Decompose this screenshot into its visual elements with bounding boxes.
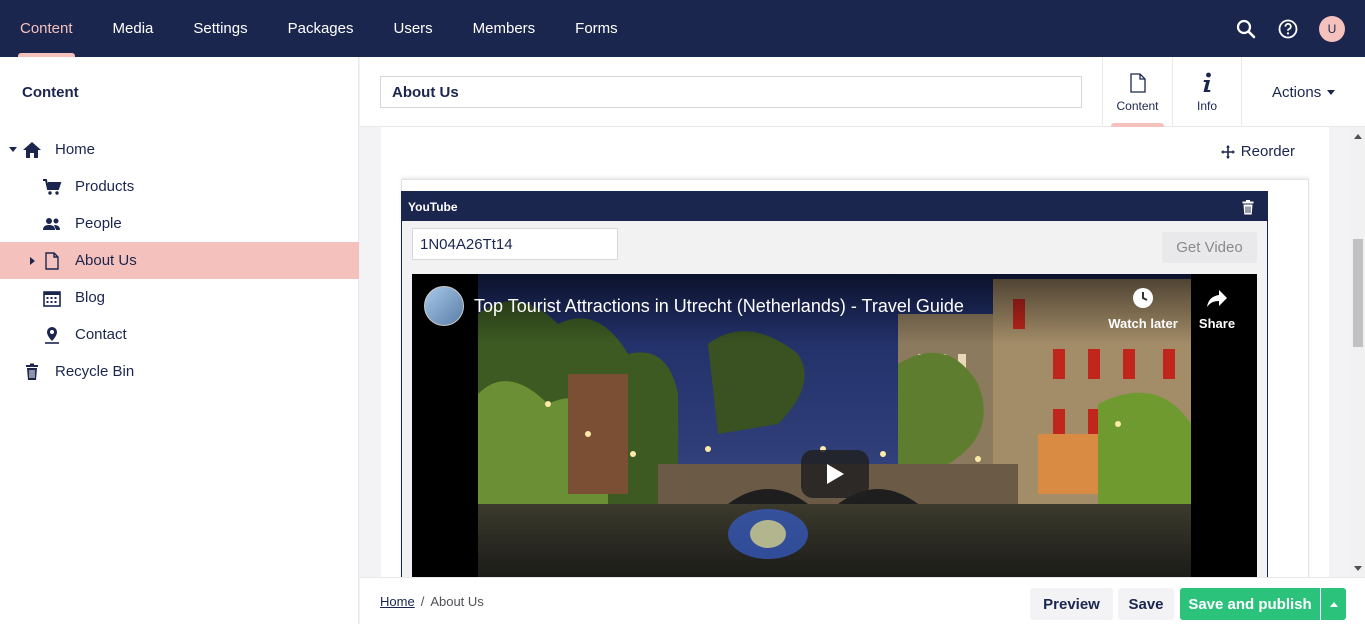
video-id-input[interactable]: 1N04A26Tt14 bbox=[412, 228, 618, 260]
watch-later-button[interactable]: Watch later bbox=[1108, 286, 1178, 331]
tree-item-label: Products bbox=[75, 178, 135, 195]
reorder-button[interactable]: Reorder bbox=[1220, 143, 1295, 160]
preview-button[interactable]: Preview bbox=[1030, 588, 1113, 620]
breadcrumb-separator: / bbox=[420, 594, 425, 609]
trash-icon bbox=[22, 362, 42, 382]
tree-item-label: About Us bbox=[75, 252, 137, 269]
editor-header: About Us Content Info Actions bbox=[360, 57, 1365, 127]
document-icon bbox=[1129, 71, 1146, 95]
calendar-icon bbox=[42, 288, 62, 308]
tree-item-people[interactable]: People bbox=[0, 205, 359, 242]
tree-item-contact[interactable]: Contact bbox=[0, 316, 359, 353]
youtube-player[interactable]: Top Tourist Attractions in Utrecht (Neth… bbox=[412, 274, 1257, 577]
content-apps: Content Info bbox=[1102, 57, 1242, 127]
editor-scroll-area: Reorder YouTube 1N04A26Tt14 Get Video To… bbox=[360, 127, 1351, 577]
actions-label: Actions bbox=[1272, 83, 1322, 101]
block-title: YouTube bbox=[408, 199, 458, 214]
shopping-cart-icon bbox=[42, 177, 62, 197]
tree-item-home[interactable]: Home bbox=[0, 131, 359, 168]
block-header: YouTube bbox=[402, 192, 1267, 221]
scrollbar-thumb[interactable] bbox=[1353, 239, 1363, 347]
section-tab-users[interactable]: Users bbox=[373, 0, 452, 57]
watch-later-label: Watch later bbox=[1108, 316, 1178, 331]
share-button[interactable]: Share bbox=[1194, 286, 1240, 331]
video-title[interactable]: Top Tourist Attractions in Utrecht (Neth… bbox=[474, 296, 964, 317]
vertical-scrollbar[interactable] bbox=[1351, 127, 1365, 577]
section-tab-members[interactable]: Members bbox=[453, 0, 556, 57]
node-name-input[interactable]: About Us bbox=[380, 76, 1082, 108]
map-pin-icon bbox=[42, 325, 62, 345]
section-tab-content[interactable]: Content bbox=[0, 0, 93, 57]
caret-down-icon[interactable] bbox=[8, 145, 18, 155]
app-label: Info bbox=[1196, 99, 1217, 113]
home-icon bbox=[22, 140, 42, 160]
top-tools: U bbox=[1235, 0, 1345, 57]
app-info[interactable]: Info bbox=[1172, 57, 1242, 127]
actions-menu-button[interactable]: Actions bbox=[1272, 57, 1336, 127]
play-button[interactable] bbox=[801, 450, 869, 498]
content-tree: Home Products People About Us Blog Conta… bbox=[0, 131, 359, 390]
tree-item-label: Home bbox=[55, 141, 96, 158]
caret-right-icon[interactable] bbox=[28, 256, 38, 266]
delete-block-icon[interactable] bbox=[1241, 199, 1255, 215]
section-tab-forms[interactable]: Forms bbox=[555, 0, 638, 57]
breadcrumb: Home / About Us bbox=[380, 594, 484, 609]
info-icon bbox=[1201, 71, 1213, 95]
section-tab-packages[interactable]: Packages bbox=[268, 0, 374, 57]
tree-item-label: Contact bbox=[75, 326, 127, 343]
tree-item-blog[interactable]: Blog bbox=[0, 279, 359, 316]
editor-footer: Home / About Us Preview Save Save and pu… bbox=[360, 577, 1365, 624]
player-top-overlay: Top Tourist Attractions in Utrecht (Neth… bbox=[412, 274, 1257, 344]
clock-icon bbox=[1108, 286, 1178, 310]
people-icon bbox=[42, 214, 62, 234]
scroll-down-icon[interactable] bbox=[1354, 564, 1362, 572]
breadcrumb-current: About Us bbox=[430, 594, 484, 609]
caret-up-icon bbox=[1329, 601, 1338, 607]
reorder-label: Reorder bbox=[1240, 143, 1295, 160]
save-and-publish-button[interactable]: Save and publish bbox=[1180, 588, 1320, 620]
tree-item-label: Recycle Bin bbox=[55, 363, 135, 380]
save-button[interactable]: Save bbox=[1118, 588, 1174, 620]
breadcrumb-home[interactable]: Home bbox=[380, 594, 415, 609]
top-navigation-bar: Content Media Settings Packages Users Me… bbox=[0, 0, 1365, 57]
tree-item-products[interactable]: Products bbox=[0, 168, 359, 205]
section-tabs: Content Media Settings Packages Users Me… bbox=[0, 0, 638, 57]
help-icon[interactable] bbox=[1277, 18, 1299, 40]
play-icon bbox=[825, 463, 845, 485]
search-icon[interactable] bbox=[1235, 18, 1257, 40]
user-avatar[interactable]: U bbox=[1319, 15, 1345, 42]
section-tab-settings[interactable]: Settings bbox=[173, 0, 267, 57]
app-content[interactable]: Content bbox=[1102, 57, 1172, 127]
sidebar-title: Content bbox=[22, 84, 79, 101]
channel-avatar[interactable] bbox=[424, 286, 464, 326]
section-tab-media[interactable]: Media bbox=[93, 0, 174, 57]
document-icon bbox=[42, 251, 62, 271]
tree-item-about-us[interactable]: About Us bbox=[0, 242, 359, 279]
share-icon bbox=[1194, 286, 1240, 310]
tree-item-label: People bbox=[75, 215, 122, 232]
tree-item-recycle-bin[interactable]: Recycle Bin bbox=[0, 353, 359, 390]
youtube-block: YouTube 1N04A26Tt14 Get Video Top Touris… bbox=[401, 191, 1268, 577]
share-label: Share bbox=[1198, 316, 1236, 331]
content-panel: Reorder YouTube 1N04A26Tt14 Get Video To… bbox=[381, 127, 1329, 577]
caret-down-icon bbox=[1327, 89, 1336, 95]
app-label: Content bbox=[1116, 99, 1159, 113]
publish-options-button[interactable] bbox=[1321, 588, 1346, 620]
tree-item-label: Blog bbox=[75, 289, 106, 306]
scroll-up-icon[interactable] bbox=[1354, 132, 1362, 140]
get-video-button[interactable]: Get Video bbox=[1162, 232, 1257, 263]
content-tree-sidebar: Content Home Products People About Us Bl… bbox=[0, 57, 359, 624]
move-icon bbox=[1220, 144, 1235, 159]
